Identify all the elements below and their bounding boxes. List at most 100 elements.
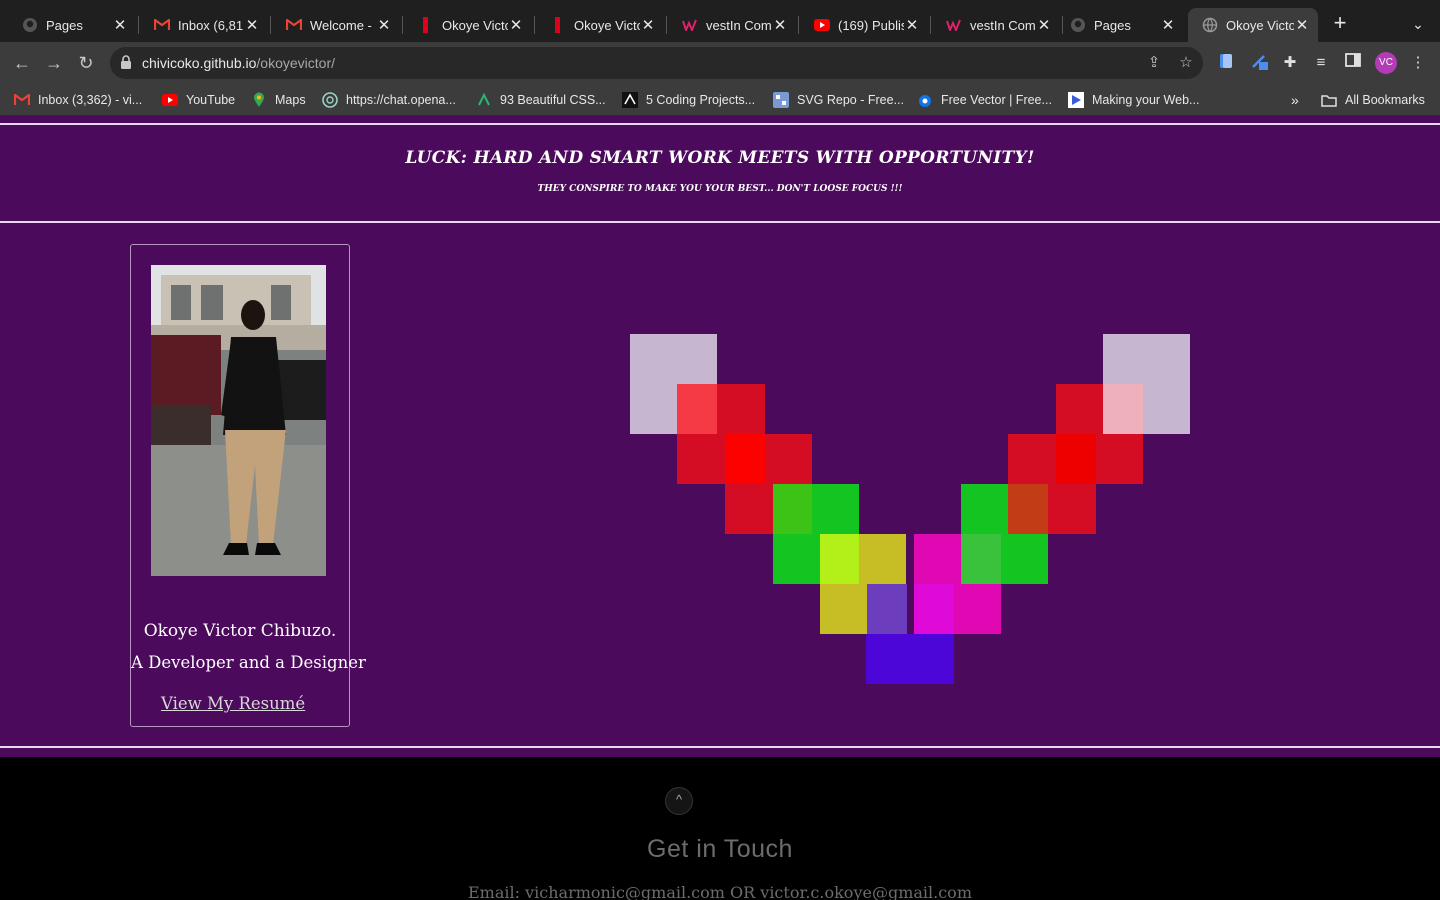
media-queue-icon[interactable]: ≡ (1311, 53, 1331, 73)
close-icon[interactable]: ✕ (112, 16, 128, 34)
pixel-block (677, 384, 717, 434)
youtube-icon (814, 17, 830, 33)
bookmark-css[interactable]: 93 Beautiful CSS... (476, 91, 606, 109)
side-panel-icon[interactable] (1343, 53, 1363, 73)
pixel-block (765, 434, 812, 484)
pixel-art-v-graphic (630, 334, 1190, 684)
tab-pages-2[interactable]: Pages ✕ (1056, 8, 1184, 42)
bookmark-label: 93 Beautiful CSS... (500, 93, 606, 107)
tab-search-chevron-icon[interactable]: ⌄ (1406, 12, 1430, 36)
footer: ^ Get in Touch Email: vicharmonic@gmail.… (0, 757, 1440, 900)
close-icon[interactable]: ✕ (1294, 16, 1310, 34)
gmail-icon (286, 17, 302, 33)
bookmark-svgrepo[interactable]: SVG Repo - Free... (773, 91, 904, 109)
close-icon[interactable]: ✕ (376, 16, 392, 34)
tab-youtube[interactable]: (169) Publis ✕ (800, 8, 928, 42)
star-icon[interactable]: ☆ (1178, 55, 1194, 71)
tab-inbox[interactable]: Inbox (6,81 ✕ (140, 8, 268, 42)
tab-vestin-2[interactable]: vestIn Comp ✕ (932, 8, 1060, 42)
youtube-icon (162, 92, 178, 108)
pixel-block (961, 484, 1008, 534)
profile-role: A Developer and a Designer (131, 653, 366, 672)
tab-title: vestIn Comp (970, 17, 1036, 33)
tab-bar: Pages ✕ Inbox (6,81 ✕ Welcome - ✕ Okoye … (0, 0, 1440, 42)
close-icon[interactable]: ✕ (244, 16, 260, 34)
lock-icon[interactable] (120, 55, 132, 74)
tab-title: Okoye Victo (1226, 17, 1294, 33)
motto-subheading: They conspire to make you your best... D… (537, 184, 903, 194)
bookmark-web[interactable]: Making your Web... (1068, 91, 1199, 109)
docs-extension-icon[interactable] (1216, 53, 1236, 73)
tab-okoye-1[interactable]: Okoye Victo ✕ (404, 8, 532, 42)
openai-icon (322, 92, 338, 108)
bookmark-label: Making your Web... (1092, 93, 1200, 107)
pixel-block (1096, 434, 1143, 484)
all-bookmarks-button[interactable]: All Bookmarks (1321, 91, 1425, 109)
profile-avatar[interactable]: VC (1375, 52, 1397, 74)
bookmark-label: https://chat.opena... (346, 93, 456, 107)
bookmark-youtube[interactable]: YouTube (162, 91, 235, 109)
view-resume-link[interactable]: View My Resumé (161, 694, 305, 713)
pixel-block (859, 534, 906, 584)
pixel-block (677, 434, 725, 484)
coding-icon (622, 92, 638, 108)
bottom-divider (0, 746, 1440, 748)
kebab-menu-icon[interactable]: ⋮ (1408, 53, 1428, 73)
close-icon[interactable]: ✕ (1036, 16, 1052, 34)
tab-welcome[interactable]: Welcome - ✕ (272, 8, 400, 42)
back-arrow-icon[interactable]: ← (10, 51, 34, 75)
tab-title: vestIn Comp (706, 17, 772, 33)
pixel-block (773, 534, 820, 584)
all-bookmarks-label: All Bookmarks (1345, 93, 1425, 107)
extensions-puzzle-icon[interactable]: ✚ (1280, 53, 1300, 73)
tab-title: Welcome - (310, 17, 372, 33)
close-icon[interactable]: ✕ (904, 16, 920, 34)
pixel-block (867, 584, 907, 634)
back-to-top-button[interactable]: ^ (665, 787, 693, 815)
forward-arrow-icon[interactable]: → (42, 51, 66, 75)
pixel-block (717, 384, 765, 434)
browser-toolbar: ← → ↻ chivicoko.github.io/okoyevictor/ ⇪… (0, 42, 1440, 84)
bookmark-label: Free Vector | Free... (941, 93, 1052, 107)
red-bar-icon (550, 17, 566, 33)
vestin-icon (946, 17, 962, 33)
top-divider (0, 123, 1440, 125)
tab-title: Okoye Victo (442, 17, 508, 33)
tab-okoye-2[interactable]: Okoye Victo ✕ (536, 8, 664, 42)
close-icon[interactable]: ✕ (508, 16, 524, 34)
close-icon[interactable]: ✕ (772, 16, 788, 34)
close-icon[interactable]: ✕ (640, 16, 656, 34)
tab-pages[interactable]: Pages ✕ (8, 8, 136, 42)
maps-icon (251, 92, 267, 108)
reload-icon[interactable]: ↻ (74, 51, 98, 75)
github-icon (22, 17, 38, 33)
capture-extension-icon[interactable] (1250, 53, 1270, 73)
bookmark-inbox[interactable]: Inbox (3,362) - vi... (14, 91, 142, 109)
folder-icon (1321, 92, 1337, 108)
pixel-block (1048, 484, 1096, 534)
tab-vestin-1[interactable]: vestIn Comp ✕ (668, 8, 796, 42)
motto-heading: Luck: Hard and smart work meets with opp… (405, 148, 1035, 168)
header-divider (0, 221, 1440, 223)
gmail-icon (154, 17, 170, 33)
bookmark-chat[interactable]: https://chat.opena... (322, 91, 456, 109)
bookmark-maps[interactable]: Maps (251, 91, 306, 109)
profile-card: Okoye Victor Chibuzo. A Developer and a … (130, 244, 366, 727)
pixel-block (914, 534, 961, 584)
bookmark-freepik[interactable]: Free Vector | Free... (917, 91, 1052, 109)
bookmark-coding[interactable]: 5 Coding Projects... (622, 91, 755, 109)
tab-title: Pages (46, 17, 83, 33)
bookmark-label: Maps (275, 93, 306, 107)
pixel-block (820, 584, 867, 634)
tab-okoye-active[interactable]: Okoye Victo ✕ (1188, 8, 1318, 42)
tab-title: Inbox (6,81 (178, 17, 244, 33)
close-icon[interactable]: ✕ (1160, 16, 1176, 34)
pixel-block (820, 534, 860, 584)
share-icon[interactable]: ⇪ (1146, 55, 1162, 71)
pixel-block (725, 434, 765, 484)
url-text[interactable]: chivicoko.github.io/okoyevictor/ (142, 55, 335, 71)
bookmarks-overflow-chevron[interactable]: » (1291, 91, 1299, 109)
address-bar[interactable]: chivicoko.github.io/okoyevictor/ ⇪ ☆ (110, 47, 1203, 79)
new-tab-button[interactable]: + (1328, 12, 1352, 36)
profile-name: Okoye Victor Chibuzo. (143, 621, 337, 641)
